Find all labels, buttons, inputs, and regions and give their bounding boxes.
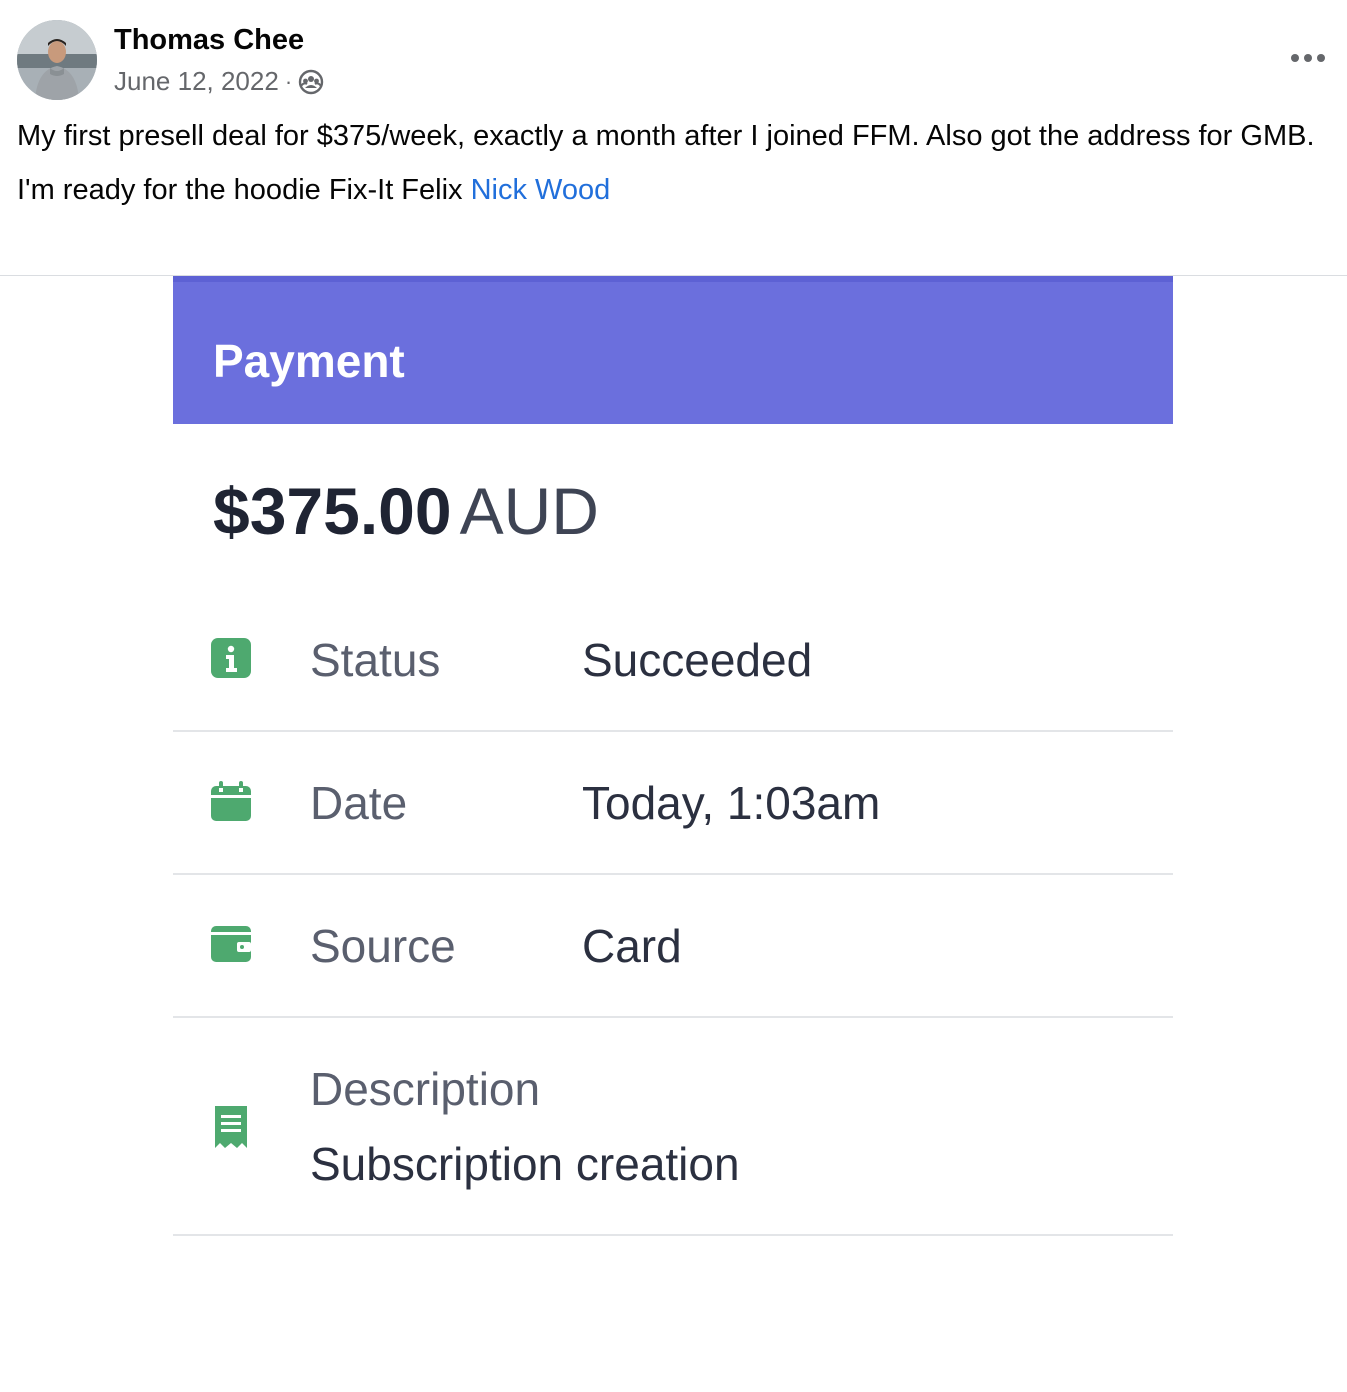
mention-link[interactable]: Nick Wood xyxy=(471,174,611,206)
author-name[interactable]: Thomas Chee xyxy=(114,24,304,57)
description-value: Subscription creation xyxy=(310,1138,740,1190)
source-value: Card xyxy=(582,920,682,972)
post-paragraph: My first presell deal for $375/week, exa… xyxy=(17,120,1315,152)
payment-screenshot[interactable]: Payment $375.00 AUD Status Succeeded Dat… xyxy=(173,276,1173,1392)
amount-value: $375.00 xyxy=(213,474,452,548)
description-row: Description Subscription creation xyxy=(173,1017,1173,1236)
post-paragraph: I'm ready for the hoodie Fix-It Felix Ni… xyxy=(17,170,1327,210)
group-privacy-icon xyxy=(298,69,324,95)
status-row: Status Succeeded xyxy=(173,588,1173,732)
row-label: Date xyxy=(310,777,408,829)
wallet-icon xyxy=(211,926,251,966)
meta-separator: · xyxy=(284,68,293,94)
row-label: Source xyxy=(310,920,456,972)
info-icon xyxy=(211,638,251,678)
post-meta: June 12, 2022 · xyxy=(114,66,324,97)
row-label: Status xyxy=(310,634,441,686)
more-options-button[interactable] xyxy=(1286,38,1330,78)
payment-title: Payment xyxy=(213,335,405,387)
payment-amount: $375.00 AUD xyxy=(213,473,599,549)
post-paragraph-text: I'm ready for the hoodie Fix-It Felix xyxy=(17,174,471,206)
payment-header: Payment xyxy=(173,276,1173,424)
status-value: Succeeded xyxy=(582,634,813,686)
avatar-image xyxy=(17,20,97,100)
date-row: Date Today, 1:03am xyxy=(173,731,1173,875)
more-horizontal-icon xyxy=(1291,54,1325,62)
post-body: My first presell deal for $375/week, exa… xyxy=(17,116,1327,224)
date-value: Today, 1:03am xyxy=(582,777,881,829)
receipt-icon xyxy=(211,1106,251,1148)
amount-currency: AUD xyxy=(459,474,599,548)
post-header: Thomas Chee June 12, 2022 · xyxy=(17,20,1330,100)
row-label: Description xyxy=(310,1063,541,1115)
source-row: Source Card xyxy=(173,874,1173,1018)
calendar-icon xyxy=(211,781,251,821)
avatar[interactable] xyxy=(17,20,97,100)
post-date[interactable]: June 12, 2022 xyxy=(114,66,279,97)
